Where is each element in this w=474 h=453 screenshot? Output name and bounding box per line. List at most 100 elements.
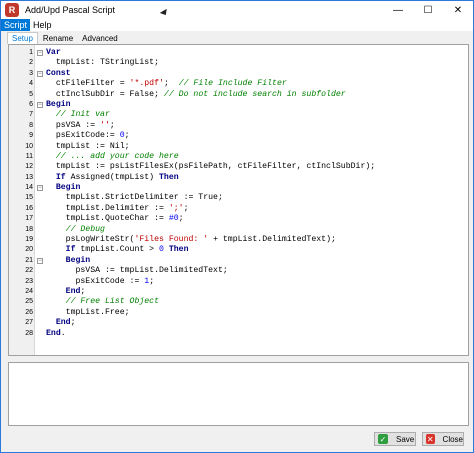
code-text: tmpList.QuoteChar := #0;	[46, 214, 184, 224]
line-number: 8	[29, 121, 33, 129]
code-text: psLogWriteStr('Files Found: ' + tmpList.…	[46, 235, 336, 245]
code-line[interactable]: 26 tmpList.Free;	[9, 308, 468, 318]
code-text: Begin	[55, 183, 81, 193]
code-line[interactable]: 22 psVSA := tmpList.DelimitedText;	[9, 266, 468, 276]
line-number: 22	[25, 267, 33, 275]
code-line[interactable]: 16 tmpList.Delimiter := ';';	[9, 204, 468, 214]
line-number: 12	[25, 163, 33, 171]
line-number: 17	[25, 215, 33, 223]
code-text: psExitCode := 1;	[46, 276, 155, 286]
code-line[interactable]: 6− Begin	[9, 100, 468, 110]
code-text: tmpList.Delimiter := ';';	[46, 203, 189, 213]
code-text: Begin	[46, 99, 71, 109]
code-line[interactable]: 27 End;	[9, 318, 468, 328]
code-text: psVSA := '';	[46, 120, 115, 130]
save-button[interactable]: ✓ Save	[374, 432, 416, 446]
line-number: 16	[25, 204, 33, 212]
code-line[interactable]: 10 tmpList := Nil;	[9, 142, 468, 152]
code-line[interactable]: 4 ctFileFilter = '*.pdf'; // File Includ…	[9, 79, 468, 89]
code-line[interactable]: 1− Var	[9, 48, 468, 58]
line-number: 19	[25, 236, 33, 244]
line-number: 18	[25, 225, 33, 233]
code-line[interactable]: 14− Begin	[9, 183, 468, 193]
code-text: tmpList := Nil;	[46, 141, 130, 151]
output-panel[interactable]	[8, 362, 469, 426]
code-line[interactable]: 18 // Debug	[9, 225, 468, 235]
line-number: 24	[25, 287, 33, 295]
fold-toggle-icon[interactable]: −	[37, 257, 43, 264]
code-text: End.	[46, 328, 66, 338]
line-number: 13	[25, 173, 33, 181]
menu-script[interactable]: Script	[1, 19, 31, 31]
code-line[interactable]: 2 tmpList: TStringList;	[9, 58, 468, 68]
fold-toggle-icon[interactable]: −	[37, 70, 43, 77]
code-line[interactable]: 13 If Assigned(tmpList) Then	[9, 173, 468, 183]
line-number: 14	[25, 184, 33, 192]
line-number: 21	[25, 256, 33, 264]
app-icon: R	[5, 3, 19, 17]
code-line[interactable]: 12 tmpList := psListFilesEx(psFilePath, …	[9, 162, 468, 172]
close-button[interactable]: ✕ Close	[422, 432, 464, 446]
line-number: 5	[29, 90, 33, 98]
maximize-button[interactable]: ☐	[413, 1, 443, 19]
code-text: ctInclSubDir = False; // Do not include …	[46, 89, 346, 99]
code-line[interactable]: 11 // ... add your code here	[9, 152, 468, 162]
save-button-label: Save	[396, 434, 415, 444]
tab-advanced[interactable]: Advanced	[78, 33, 122, 44]
title-bar[interactable]: R Add/Upd Pascal Script — ☐ ✕	[1, 1, 473, 19]
code-text: // Debug	[65, 224, 105, 234]
code-line[interactable]: 5 ctInclSubDir = False; // Do not includ…	[9, 90, 468, 100]
line-number: 1	[29, 49, 33, 56]
code-line[interactable]: 28 End.	[9, 329, 468, 339]
line-number: 23	[25, 277, 33, 285]
line-number: 3	[29, 69, 33, 77]
line-number: 6	[29, 100, 33, 108]
code-text: tmpList: TStringList;	[46, 58, 160, 68]
check-icon: ✓	[378, 434, 388, 444]
code-text: Const	[46, 68, 71, 78]
code-line[interactable]: 24 End;	[9, 287, 468, 297]
code-lines: 1− Var 2 tmpList: TStringList; 3− Const 4 ctF…	[9, 48, 468, 339]
minimize-button[interactable]: —	[383, 1, 413, 19]
window-controls: — ☐ ✕	[383, 1, 473, 19]
line-number: 4	[29, 80, 33, 88]
line-number: 20	[25, 246, 33, 254]
window-title: Add/Upd Pascal Script	[25, 5, 116, 15]
code-editor[interactable]: 1− Var 2 tmpList: TStringList; 3− Const 4 ctF…	[8, 44, 469, 356]
code-line[interactable]: 25 // Free List Object	[9, 297, 468, 307]
line-number: 7	[29, 111, 33, 119]
menu-bar: Script Help	[1, 19, 473, 31]
line-number: 11	[25, 152, 33, 160]
line-number: 25	[25, 298, 33, 306]
tab-bar: Setup Rename Advanced	[1, 31, 473, 44]
close-window-button[interactable]: ✕	[443, 1, 473, 19]
code-line[interactable]: 21− Begin	[9, 256, 468, 266]
tab-rename[interactable]: Rename	[39, 33, 77, 44]
cross-icon: ✕	[426, 434, 435, 444]
line-number: 15	[25, 194, 33, 202]
code-line[interactable]: 3− Const	[9, 69, 468, 79]
code-text: If tmpList.Count > 0 Then	[65, 245, 189, 255]
menu-help[interactable]: Help	[30, 19, 55, 31]
code-line[interactable]: 19 psLogWriteStr('Files Found: ' + tmpLi…	[9, 235, 468, 245]
code-line[interactable]: 20 If tmpList.Count > 0 Then	[9, 245, 468, 255]
code-text: If Assigned(tmpList) Then	[55, 172, 179, 182]
tab-setup[interactable]: Setup	[7, 32, 38, 44]
fold-toggle-icon[interactable]: −	[37, 185, 43, 192]
line-number: 26	[25, 308, 33, 316]
code-text: tmpList.StrictDelimiter := True;	[46, 193, 223, 203]
line-number: 10	[25, 142, 33, 150]
code-text: // Free List Object	[65, 297, 160, 307]
code-line[interactable]: 8 psVSA := '';	[9, 121, 468, 131]
fold-toggle-icon[interactable]: −	[37, 50, 43, 56]
code-line[interactable]: 9 psExitCode:= 0;	[9, 131, 468, 141]
line-number: 2	[29, 59, 33, 67]
code-line[interactable]: 7 // Init var	[9, 110, 468, 120]
code-text: Var	[46, 48, 61, 57]
code-text: psVSA := tmpList.DelimitedText;	[46, 266, 228, 276]
code-line[interactable]: 17 tmpList.QuoteChar := #0;	[9, 214, 468, 224]
code-line[interactable]: 23 psExitCode := 1;	[9, 277, 468, 287]
code-line[interactable]: 15 tmpList.StrictDelimiter := True;	[9, 193, 468, 203]
fold-toggle-icon[interactable]: −	[37, 101, 43, 108]
code-text: ctFileFilter = '*.pdf'; // File Include …	[46, 79, 287, 89]
